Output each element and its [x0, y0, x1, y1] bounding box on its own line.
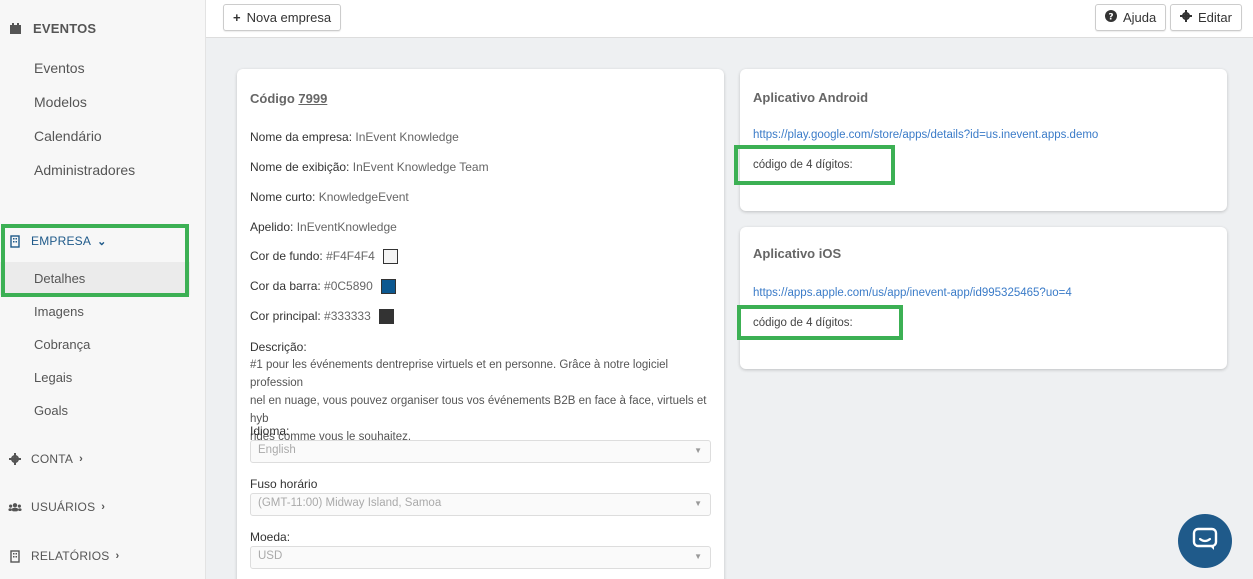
gear-icon	[1180, 10, 1192, 25]
section-relatorios-label: RELATÓRIOS	[31, 549, 110, 563]
field-label: Apelido:	[250, 220, 294, 234]
description-line: nel en nuage, vous pouvez organiser tous…	[250, 395, 707, 425]
field-label: Cor da barra:	[250, 279, 321, 293]
field-value: #0C5890	[324, 279, 373, 293]
edit-label: Editar	[1198, 10, 1232, 25]
field-label: Cor principal:	[250, 309, 321, 323]
ios-app-card: Aplicativo iOS https://apps.apple.com/us…	[740, 227, 1227, 369]
calendar-icon	[8, 22, 22, 36]
field-display-name: Nome de exibição: InEvent Knowledge Team	[250, 160, 489, 174]
dropdown-arrow-icon: ▼	[694, 446, 702, 455]
sidebar: EVENTOS Eventos Modelos Calendário Admin…	[0, 0, 206, 579]
section-conta[interactable]: CONTA ›	[8, 452, 83, 466]
sidebar-item-administradores[interactable]: Administradores	[34, 162, 135, 178]
field-value: #333333	[324, 309, 371, 323]
android-store-link[interactable]: https://play.google.com/store/apps/detai…	[753, 129, 1098, 141]
field-value: #F4F4F4	[326, 249, 375, 263]
chevron-right-icon: ›	[115, 550, 120, 562]
company-code-label: Código	[250, 91, 295, 106]
chat-launcher-button[interactable]	[1178, 514, 1232, 568]
section-usuarios[interactable]: USUÁRIOS ›	[8, 500, 105, 514]
field-label: Nome da empresa:	[250, 130, 353, 144]
company-code: Código 7999	[250, 91, 327, 106]
currency-select[interactable]: USD ▼	[250, 546, 711, 569]
timezone-value: (GMT-11:00) Midway Island, Samoa	[258, 497, 442, 509]
new-company-button[interactable]: + Nova empresa	[223, 4, 342, 31]
top-toolbar: + Nova empresa ? Ajuda Editar	[206, 0, 1253, 38]
field-short-name: Nome curto: KnowledgeEvent	[250, 190, 409, 204]
android-title: Aplicativo Android	[753, 90, 869, 105]
ios-store-link[interactable]: https://apps.apple.com/us/app/inevent-ap…	[753, 287, 1072, 299]
section-eventos[interactable]: EVENTOS	[8, 21, 96, 36]
highlight-box-empresa	[1, 224, 189, 297]
chevron-right-icon: ›	[79, 453, 83, 465]
question-circle-icon: ?	[1105, 10, 1117, 25]
plus-icon: +	[233, 10, 241, 25]
color-swatch	[383, 249, 399, 265]
section-eventos-label: EVENTOS	[33, 21, 97, 36]
sidebar-item-calendario[interactable]: Calendário	[34, 128, 102, 144]
help-button[interactable]: ? Ajuda	[1095, 4, 1167, 31]
field-label: Cor de fundo:	[250, 249, 323, 263]
timezone-select[interactable]: (GMT-11:00) Midway Island, Samoa ▼	[250, 493, 711, 516]
section-relatorios[interactable]: RELATÓRIOS ›	[8, 549, 119, 563]
dropdown-arrow-icon: ▼	[694, 552, 702, 561]
field-nickname: Apelido: InEventKnowledge	[250, 220, 397, 234]
field-label: Nome curto:	[250, 190, 316, 204]
help-label: Ajuda	[1123, 10, 1157, 25]
sidebar-item-legais[interactable]: Legais	[34, 370, 72, 385]
highlight-box-android-code	[734, 145, 895, 185]
sidebar-item-goals[interactable]: Goals	[34, 403, 68, 418]
svg-text:?: ?	[1108, 13, 1113, 23]
currency-value: USD	[258, 550, 283, 562]
field-company-name: Nome da empresa: InEvent Knowledge	[250, 130, 459, 144]
color-swatch	[379, 309, 395, 325]
field-value: KnowledgeEvent	[318, 190, 409, 204]
android-app-card: Aplicativo Android https://play.google.c…	[740, 69, 1227, 211]
currency-label: Moeda:	[250, 530, 291, 544]
users-icon	[8, 500, 22, 514]
language-value: English	[258, 444, 296, 456]
sidebar-item-imagens[interactable]: Imagens	[34, 304, 84, 319]
field-value: InEvent Knowledge	[355, 130, 459, 144]
language-label: Idioma:	[250, 424, 290, 438]
sidebar-item-cobranca[interactable]: Cobrança	[34, 337, 90, 352]
section-usuarios-label: USUÁRIOS	[31, 500, 96, 514]
description-line: #1 pour les événements dentreprise virtu…	[250, 359, 669, 389]
company-details-card: Código 7999 Nome da empresa: InEvent Kno…	[237, 69, 724, 579]
highlight-box-ios-code	[737, 305, 903, 340]
field-bar-color: Cor da barra: #0C5890	[250, 279, 397, 295]
section-conta-label: CONTA	[31, 452, 74, 466]
ios-title: Aplicativo iOS	[753, 246, 842, 261]
sidebar-item-modelos[interactable]: Modelos	[34, 94, 87, 110]
gear-icon	[8, 452, 22, 466]
chat-icon	[1192, 527, 1218, 556]
company-code-value[interactable]: 7999	[298, 91, 327, 106]
field-main-color: Cor principal: #333333	[250, 309, 395, 325]
building-icon	[8, 549, 22, 563]
field-background-color: Cor de fundo: #F4F4F4	[250, 249, 399, 265]
timezone-label: Fuso horário	[250, 477, 318, 491]
description-text: #1 pour les événements dentreprise virtu…	[250, 356, 715, 446]
new-company-label: Nova empresa	[246, 10, 332, 25]
color-swatch	[381, 279, 397, 295]
dropdown-arrow-icon: ▼	[694, 499, 702, 508]
language-select[interactable]: English ▼	[250, 440, 711, 463]
field-value: InEventKnowledge	[296, 220, 397, 234]
edit-button[interactable]: Editar	[1170, 4, 1242, 31]
field-label: Nome de exibição:	[250, 160, 350, 174]
description-label: Descrição:	[250, 340, 307, 354]
sidebar-item-eventos[interactable]: Eventos	[34, 60, 85, 76]
chevron-right-icon: ›	[101, 501, 106, 513]
field-value: InEvent Knowledge Team	[352, 160, 489, 174]
